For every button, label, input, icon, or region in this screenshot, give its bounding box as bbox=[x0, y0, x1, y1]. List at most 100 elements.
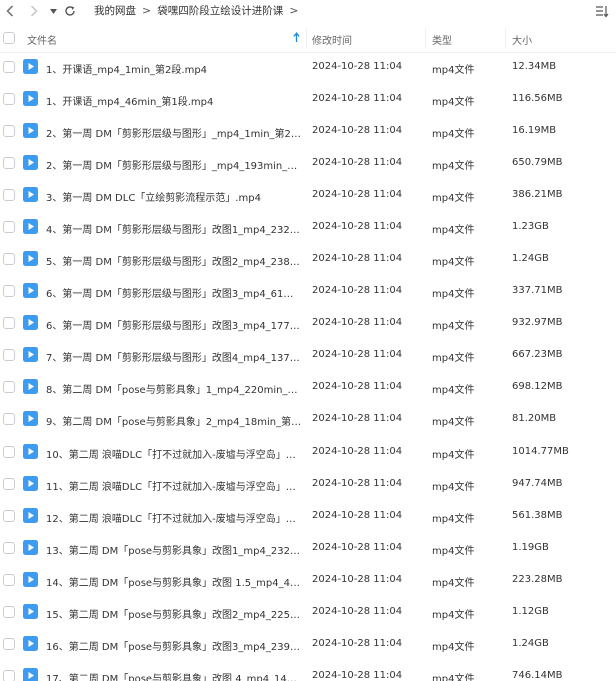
row-checkbox[interactable] bbox=[3, 317, 15, 330]
file-size: 223.28MB bbox=[512, 573, 563, 585]
row-checkbox[interactable] bbox=[3, 509, 15, 522]
row-checkbox[interactable] bbox=[3, 381, 15, 394]
row-checkbox[interactable] bbox=[3, 93, 15, 105]
file-row[interactable]: 6、第一周 DM「剪影形层级与图形」改图3_mp4_61min.mp4 2024-… bbox=[0, 275, 616, 307]
file-name[interactable]: 7、第一周 DM「剪影形层级与图形」改图4_mp4_137min.mp4 bbox=[46, 349, 302, 364]
file-name[interactable]: 10、第二周 浪喵DLC「打不过就加入-废墟与浮空岛」1.mp4 bbox=[46, 446, 302, 461]
file-row[interactable]: 14、第二周 DM「pose与剪影具象」改图 1.5_mp4_40min.mp4… bbox=[0, 564, 616, 596]
file-type: mp4文件 bbox=[432, 257, 475, 269]
file-name[interactable]: 5、第一周 DM「剪影形层级与图形」改图2_mp4_238min.mp4 bbox=[46, 253, 302, 268]
file-size: 116.56MB bbox=[512, 93, 563, 104]
column-divider[interactable] bbox=[425, 28, 426, 48]
file-name[interactable]: 8、第二周 DM「pose与剪影具象」1_mp4_220min_第1段.mp4 bbox=[46, 381, 302, 396]
row-checkbox[interactable] bbox=[3, 253, 15, 266]
breadcrumb-separator: > bbox=[142, 4, 152, 17]
history-dropdown-button[interactable] bbox=[48, 2, 58, 20]
column-header-type[interactable]: 类型 bbox=[432, 32, 452, 47]
row-checkbox[interactable] bbox=[3, 61, 15, 73]
file-size: 1014.77MB bbox=[512, 445, 569, 457]
file-name[interactable]: 15、第二周 DM「pose与剪影具象」改图2_mp4_225min.mp4 bbox=[46, 606, 302, 621]
file-name[interactable]: 6、第一周 DM「剪影形层级与图形」改图3_mp4_61min.mp4 bbox=[46, 285, 302, 300]
file-row[interactable]: 16、第二周 DM「pose与剪影具象」改图3_mp4_239min.mp4 20… bbox=[0, 628, 616, 660]
sort-order-button[interactable] bbox=[594, 3, 610, 19]
row-checkbox[interactable] bbox=[3, 605, 15, 618]
file-row[interactable]: 2、第一周 DM「剪影形层级与图形」_mp4_1min_第2段.mp4 2024-… bbox=[0, 115, 616, 147]
file-modified-time: 2024-10-28 11:04 bbox=[312, 125, 403, 137]
file-row[interactable]: 1、开课语_mp4_1min_第2段.mp4 2024-10-28 11:04 mp… bbox=[0, 51, 616, 83]
file-name[interactable]: 4、第一周 DM「剪影形层级与图形」改图1_mp4_232min.mp4 bbox=[46, 221, 302, 236]
file-type: mp4文件 bbox=[432, 353, 475, 365]
file-name[interactable]: 1、开课语_mp4_1min_第2段.mp4 bbox=[46, 61, 302, 76]
row-checkbox[interactable] bbox=[3, 285, 15, 298]
column-header-name[interactable]: 文件名 bbox=[27, 32, 57, 47]
row-checkbox[interactable] bbox=[3, 637, 15, 650]
column-header-size[interactable]: 大小 bbox=[512, 32, 532, 47]
column-divider[interactable] bbox=[306, 28, 307, 48]
file-row[interactable]: 12、第二周 浪喵DLC「打不过就加入-废墟与浮空岛」3.mp4 2024-10-… bbox=[0, 500, 616, 532]
column-divider[interactable] bbox=[505, 28, 506, 48]
file-row[interactable]: 13、第二周 DM「pose与剪影具象」改图1_mp4_232min.mp4 20… bbox=[0, 532, 616, 564]
file-name[interactable]: 2、第一周 DM「剪影形层级与图形」_mp4_1min_第2段.mp4 bbox=[46, 125, 302, 140]
refresh-button[interactable] bbox=[62, 2, 78, 20]
file-size: 667.23MB bbox=[512, 349, 563, 361]
chevron-right-icon bbox=[30, 5, 38, 17]
file-row[interactable]: 2、第一周 DM「剪影形层级与图形」_mp4_193min_第1段.mp4 202… bbox=[0, 147, 616, 179]
row-checkbox[interactable] bbox=[3, 349, 15, 362]
file-row[interactable]: 5、第一周 DM「剪影形层级与图形」改图2_mp4_238min.mp4 2024… bbox=[0, 243, 616, 275]
row-checkbox[interactable] bbox=[3, 445, 15, 458]
file-row[interactable]: 3、第一周 DM DLC「立绘剪影流程示范」.mp4 2024-10-28 11:… bbox=[0, 179, 616, 211]
chevron-left-icon bbox=[6, 5, 14, 17]
sort-ascending-icon[interactable] bbox=[293, 32, 300, 43]
file-size: 650.79MB bbox=[512, 157, 563, 169]
row-checkbox[interactable] bbox=[3, 221, 15, 234]
file-row[interactable]: 17、第二周 DM「pose与剪影具象」改图 4_mp4_142min.mp4 2… bbox=[0, 660, 616, 681]
select-all-checkbox[interactable] bbox=[3, 32, 15, 44]
video-file-icon bbox=[23, 539, 38, 555]
file-modified-time: 2024-10-28 11:04 bbox=[312, 509, 403, 521]
file-type: mp4文件 bbox=[432, 673, 475, 681]
row-checkbox[interactable] bbox=[3, 573, 15, 586]
file-name[interactable]: 16、第二周 DM「pose与剪影具象」改图3_mp4_239min.mp4 bbox=[46, 638, 302, 653]
file-row[interactable]: 9、第二周 DM「pose与剪影具象」2_mp4_18min_第1段.mp4 20… bbox=[0, 403, 616, 435]
row-checkbox[interactable] bbox=[3, 125, 15, 138]
file-row[interactable]: 15、第二周 DM「pose与剪影具象」改图2_mp4_225min.mp4 20… bbox=[0, 596, 616, 628]
refresh-icon bbox=[65, 6, 75, 16]
toolbar: 我的网盘 > 袋嘿四阶段立绘设计进阶课 > bbox=[0, 0, 616, 22]
file-name[interactable]: 13、第二周 DM「pose与剪影具象」改图1_mp4_232min.mp4 bbox=[46, 542, 302, 557]
forward-button[interactable] bbox=[26, 2, 42, 20]
file-row[interactable]: 11、第二周 浪喵DLC「打不过就加入-废墟与浮空岛」2.mp4 2024-10-… bbox=[0, 468, 616, 500]
file-name[interactable]: 14、第二周 DM「pose与剪影具象」改图 1.5_mp4_40min.mp4 bbox=[46, 574, 302, 589]
row-checkbox[interactable] bbox=[3, 413, 15, 426]
column-header-modified[interactable]: 修改时间 bbox=[312, 32, 352, 47]
file-row[interactable]: 1、开课语_mp4_46min_第1段.mp4 2024-10-28 11:04 m… bbox=[0, 83, 616, 115]
row-checkbox[interactable] bbox=[3, 189, 15, 202]
file-row[interactable]: 10、第二周 浪喵DLC「打不过就加入-废墟与浮空岛」1.mp4 2024-10-… bbox=[0, 436, 616, 468]
row-checkbox[interactable] bbox=[3, 157, 15, 170]
back-button[interactable] bbox=[2, 2, 18, 20]
file-row[interactable]: 7、第一周 DM「剪影形层级与图形」改图4_mp4_137min.mp4 2024… bbox=[0, 339, 616, 371]
file-type: mp4文件 bbox=[432, 321, 475, 333]
breadcrumb-item-root[interactable]: 我的网盘 bbox=[94, 3, 136, 18]
file-type: mp4文件 bbox=[432, 417, 475, 429]
file-name[interactable]: 3、第一周 DM DLC「立绘剪影流程示范」.mp4 bbox=[46, 189, 302, 204]
file-name[interactable]: 17、第二周 DM「pose与剪影具象」改图 4_mp4_142min.mp4 bbox=[46, 670, 302, 681]
file-row[interactable]: 8、第二周 DM「pose与剪影具象」1_mp4_220min_第1段.mp4 2… bbox=[0, 371, 616, 403]
file-name[interactable]: 1、开课语_mp4_46min_第1段.mp4 bbox=[46, 93, 302, 108]
video-file-icon bbox=[23, 443, 38, 459]
file-name[interactable]: 9、第二周 DM「pose与剪影具象」2_mp4_18min_第1段.mp4 bbox=[46, 413, 302, 428]
row-checkbox[interactable] bbox=[3, 541, 15, 554]
file-name[interactable]: 2、第一周 DM「剪影形层级与图形」_mp4_193min_第1段.mp4 bbox=[46, 157, 302, 172]
file-type: mp4文件 bbox=[432, 513, 475, 525]
file-size: 698.12MB bbox=[512, 381, 563, 393]
file-name[interactable]: 6、第一周 DM「剪影形层级与图形」改图3_mp4_177min.mp4 bbox=[46, 317, 302, 332]
file-row[interactable]: 6、第一周 DM「剪影形层级与图形」改图3_mp4_177min.mp4 2024… bbox=[0, 307, 616, 339]
video-file-icon bbox=[23, 571, 38, 587]
file-modified-time: 2024-10-28 11:04 bbox=[312, 93, 403, 104]
file-modified-time: 2024-10-28 11:04 bbox=[312, 413, 403, 425]
file-name[interactable]: 11、第二周 浪喵DLC「打不过就加入-废墟与浮空岛」2.mp4 bbox=[46, 478, 302, 493]
row-checkbox[interactable] bbox=[3, 669, 15, 681]
breadcrumb-item-current[interactable]: 袋嘿四阶段立绘设计进阶课 bbox=[157, 3, 283, 18]
row-checkbox[interactable] bbox=[3, 477, 15, 490]
file-name[interactable]: 12、第二周 浪喵DLC「打不过就加入-废墟与浮空岛」3.mp4 bbox=[46, 510, 302, 525]
file-row[interactable]: 4、第一周 DM「剪影形层级与图形」改图1_mp4_232min.mp4 2024… bbox=[0, 211, 616, 243]
